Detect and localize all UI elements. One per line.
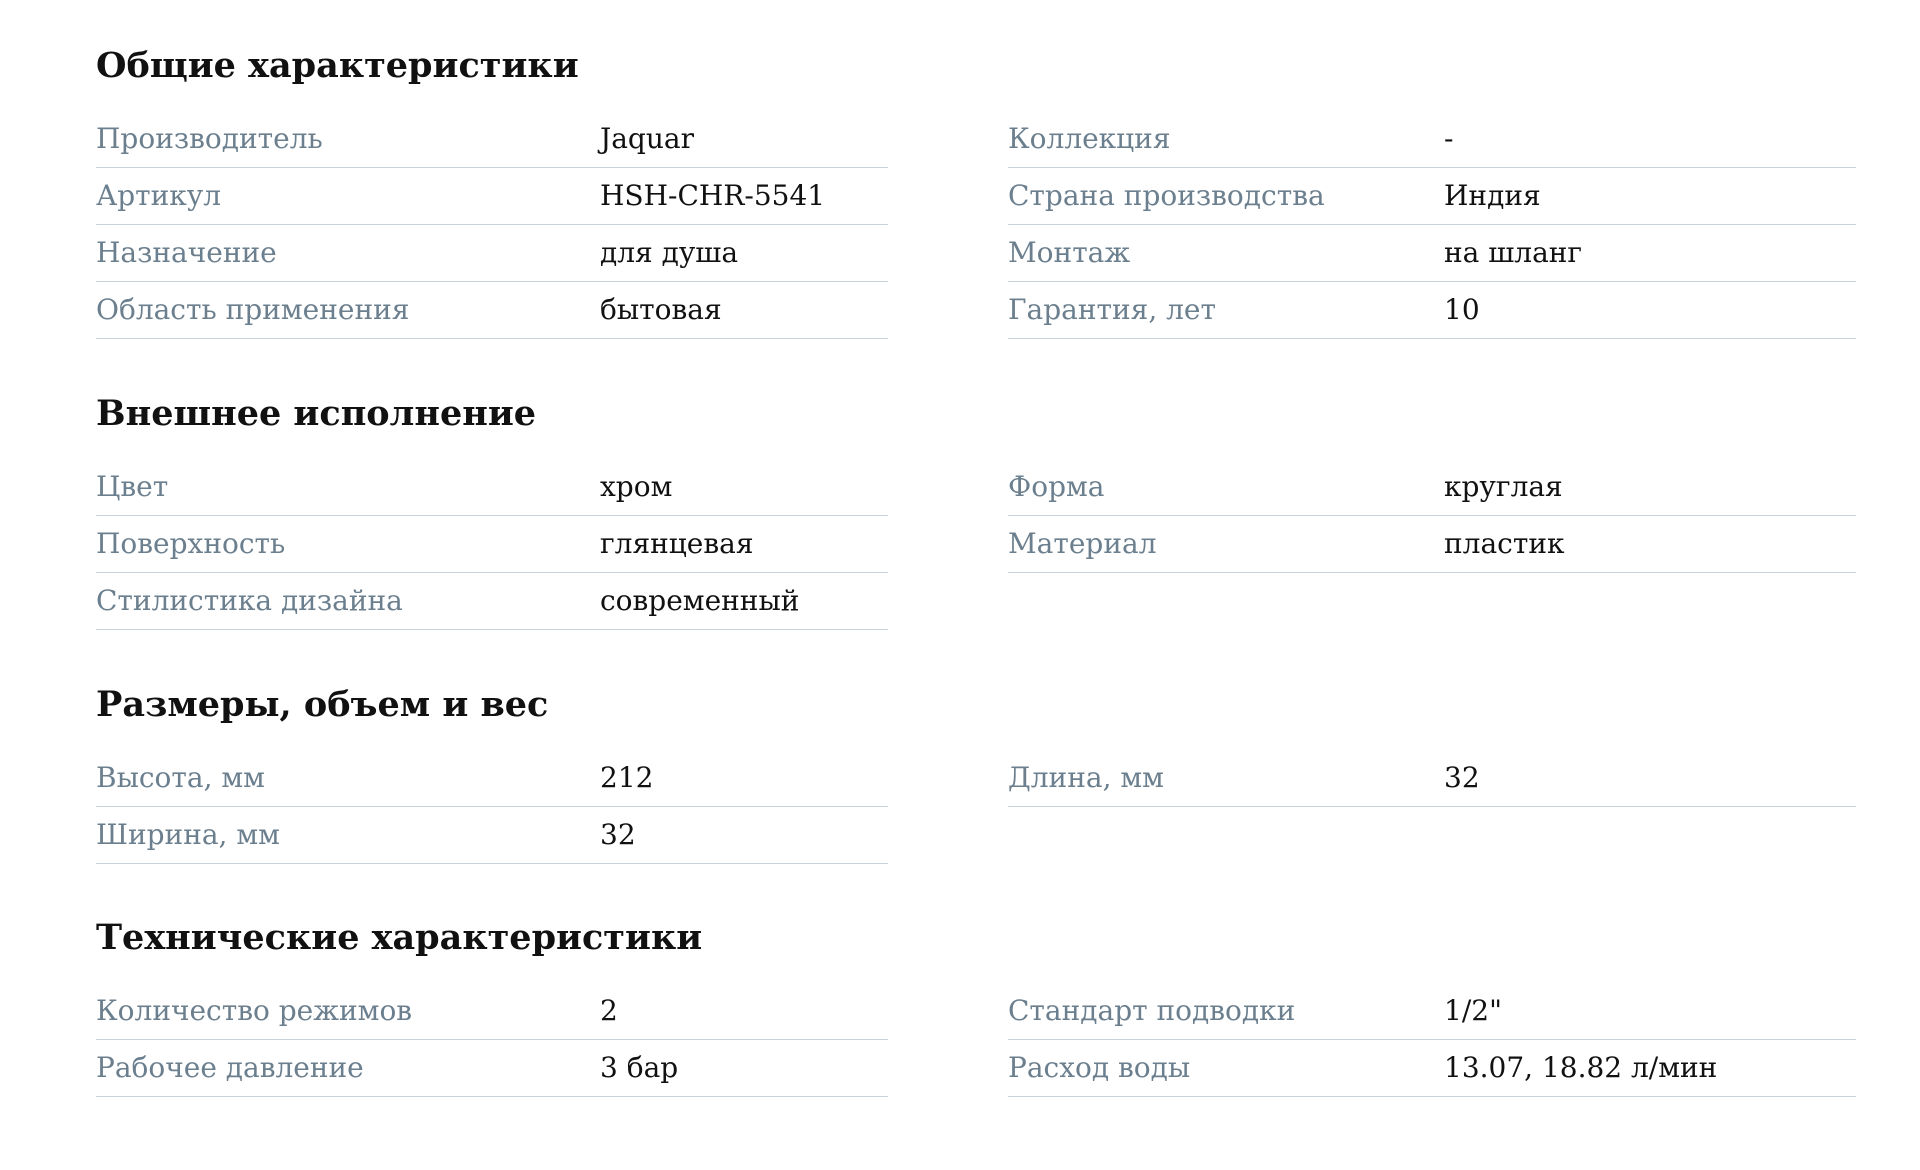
spec-value: глянцевая <box>600 527 754 560</box>
spec-column-right: Коллекция - Страна производства Индия Мо… <box>1008 111 1856 339</box>
section-title-technical: Технические характеристики <box>96 917 703 958</box>
spec-label: Форма <box>1008 470 1105 503</box>
spec-row-mounting: Монтаж на шланг <box>1008 225 1856 282</box>
spec-row-surface: Поверхность глянцевая <box>96 516 888 573</box>
spec-column-left: Количество режимов 2 Рабочее давление 3 … <box>96 983 888 1097</box>
spec-label: Ширина, мм <box>96 818 280 851</box>
spec-row-material: Материал пластик <box>1008 516 1856 573</box>
spec-label: Назначение <box>96 236 277 269</box>
spec-row-modes: Количество режимов 2 <box>96 983 888 1040</box>
spec-value: Jaquar <box>600 122 694 155</box>
spec-label: Рабочее давление <box>96 1051 364 1084</box>
spec-column-right: Форма круглая Материал пластик <box>1008 459 1856 573</box>
spec-row-color: Цвет хром <box>96 459 888 516</box>
spec-row-warranty: Гарантия, лет 10 <box>1008 282 1856 339</box>
section-title-appearance: Внешнее исполнение <box>96 393 537 434</box>
spec-row-height: Высота, мм 212 <box>96 750 888 807</box>
spec-value: 212 <box>600 761 654 794</box>
spec-label: Монтаж <box>1008 236 1131 269</box>
spec-row-design-style: Стилистика дизайна современный <box>96 573 888 630</box>
section-title-general: Общие характеристики <box>96 45 579 86</box>
spec-label: Длина, мм <box>1008 761 1164 794</box>
spec-row-connection-standard: Стандарт подводки 1/2" <box>1008 983 1856 1040</box>
spec-label: Расход воды <box>1008 1051 1191 1084</box>
section-title-dimensions: Размеры, объем и вес <box>96 684 549 725</box>
spec-row-article: Артикул HSH-CHR-5541 <box>96 168 888 225</box>
spec-label: Материал <box>1008 527 1157 560</box>
spec-row-shape: Форма круглая <box>1008 459 1856 516</box>
spec-label: Поверхность <box>96 527 286 560</box>
spec-column-left: Производитель Jaquar Артикул HSH-CHR-554… <box>96 111 888 339</box>
spec-value: - <box>1444 122 1454 155</box>
spec-label: Цвет <box>96 470 169 503</box>
spec-label: Коллекция <box>1008 122 1171 155</box>
spec-column-right: Стандарт подводки 1/2" Расход воды 13.07… <box>1008 983 1856 1097</box>
spec-value: Индия <box>1444 179 1541 212</box>
spec-row-manufacturer: Производитель Jaquar <box>96 111 888 168</box>
spec-label: Страна производства <box>1008 179 1325 212</box>
spec-column-right: Длина, мм 32 <box>1008 750 1856 807</box>
spec-column-left: Высота, мм 212 Ширина, мм 32 <box>96 750 888 864</box>
spec-label: Высота, мм <box>96 761 265 794</box>
spec-value: хром <box>600 470 673 503</box>
spec-row-water-flow: Расход воды 13.07, 18.82 л/мин <box>1008 1040 1856 1097</box>
spec-value: 32 <box>600 818 636 851</box>
spec-value: для душа <box>600 236 739 269</box>
spec-value: 13.07, 18.82 л/мин <box>1444 1051 1718 1084</box>
spec-value: пластик <box>1444 527 1565 560</box>
spec-value: 10 <box>1444 293 1480 326</box>
spec-label: Область применения <box>96 293 410 326</box>
spec-value: HSH-CHR-5541 <box>600 179 826 212</box>
spec-label: Производитель <box>96 122 323 155</box>
spec-row-length: Длина, мм 32 <box>1008 750 1856 807</box>
spec-row-pressure: Рабочее давление 3 бар <box>96 1040 888 1097</box>
spec-label: Стандарт подводки <box>1008 994 1296 1027</box>
spec-row-application: Область применения бытовая <box>96 282 888 339</box>
spec-value: современный <box>600 584 800 617</box>
spec-row-collection: Коллекция - <box>1008 111 1856 168</box>
spec-value: круглая <box>1444 470 1563 503</box>
spec-value: 32 <box>1444 761 1480 794</box>
spec-label: Стилистика дизайна <box>96 584 403 617</box>
spec-value: 1/2" <box>1444 994 1502 1027</box>
spec-value: 3 бар <box>600 1051 679 1084</box>
spec-label: Количество режимов <box>96 994 413 1027</box>
spec-label: Гарантия, лет <box>1008 293 1216 326</box>
spec-value: на шланг <box>1444 236 1583 269</box>
spec-value: бытовая <box>600 293 722 326</box>
spec-row-width: Ширина, мм 32 <box>96 807 888 864</box>
spec-column-left: Цвет хром Поверхность глянцевая Стилисти… <box>96 459 888 630</box>
spec-row-purpose: Назначение для душа <box>96 225 888 282</box>
spec-value: 2 <box>600 994 618 1027</box>
spec-label: Артикул <box>96 179 222 212</box>
spec-row-country: Страна производства Индия <box>1008 168 1856 225</box>
